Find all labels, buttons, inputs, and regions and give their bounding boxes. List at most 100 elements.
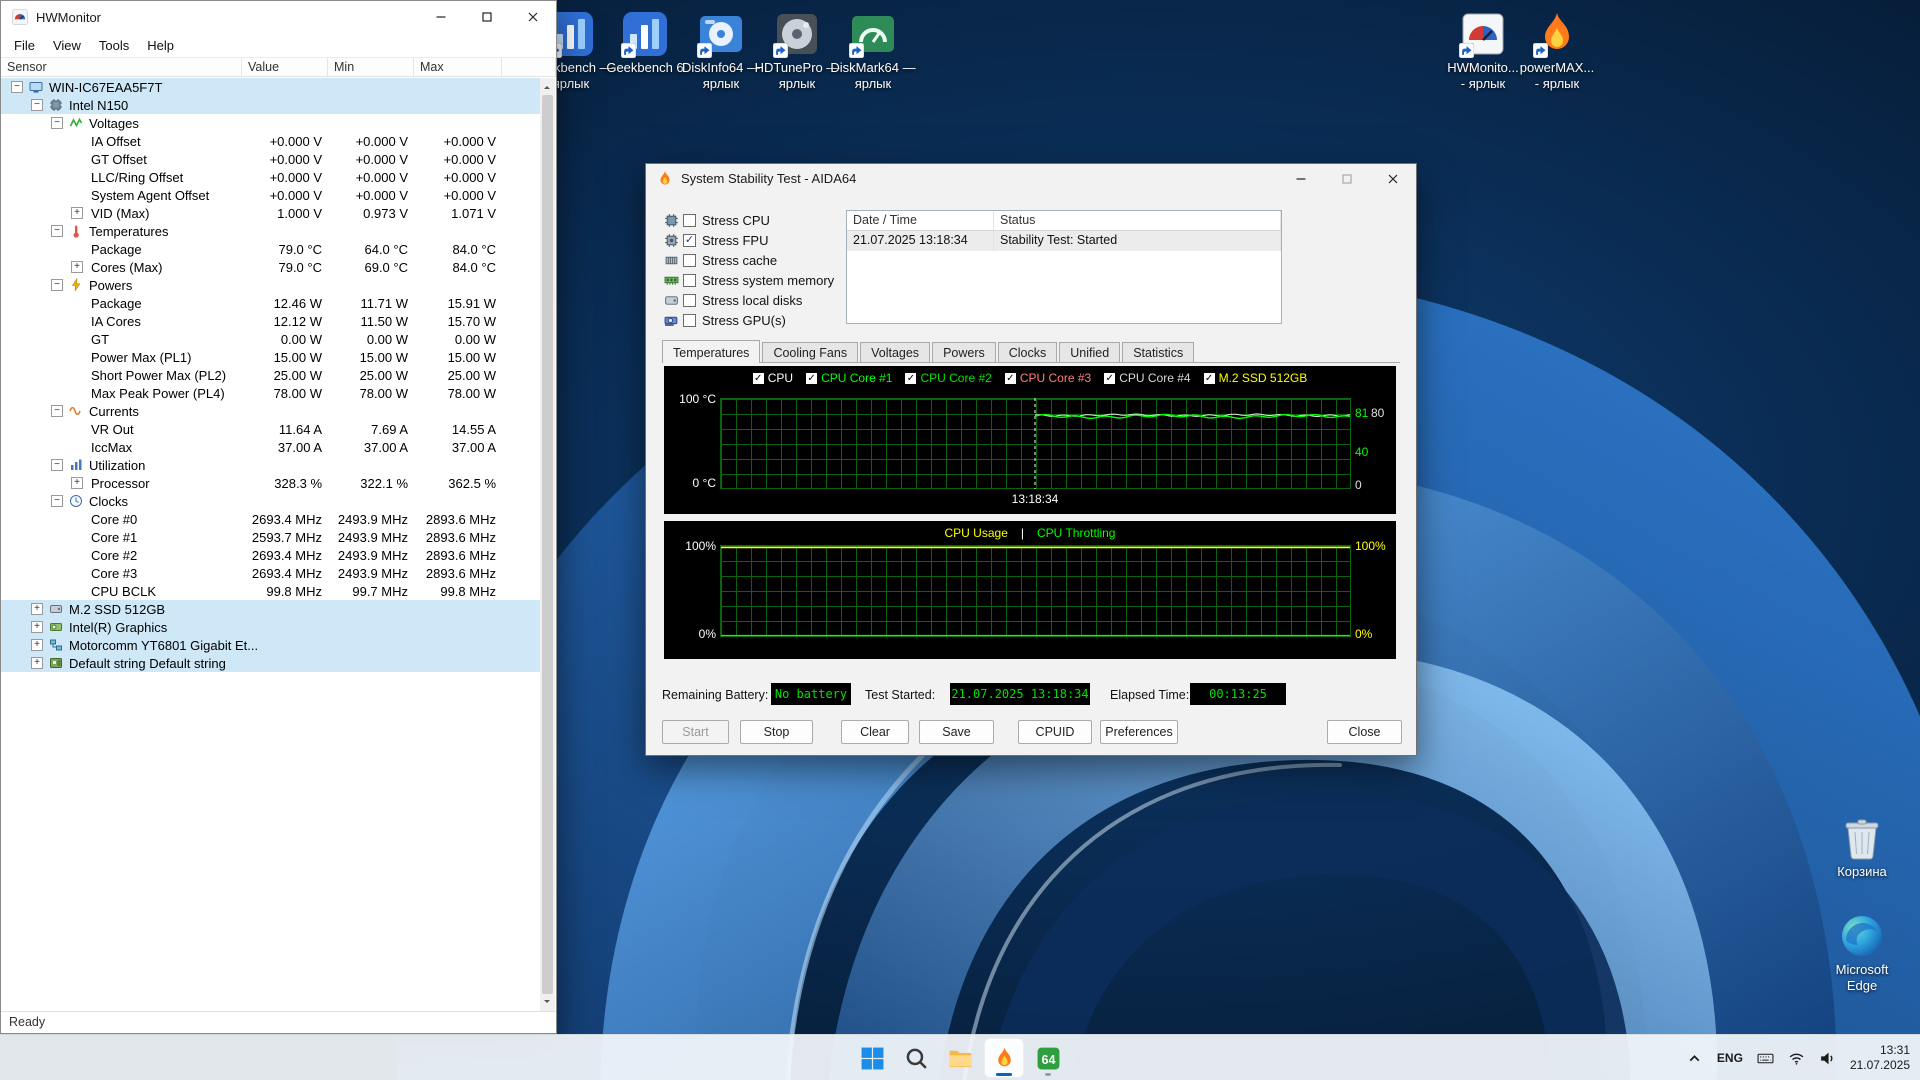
sensor-row[interactable]: +Processor328.3 %322.1 %362.5 % [1, 474, 540, 492]
sensor-row[interactable]: Max Peak Power (PL4)78.00 W78.00 W78.00 … [1, 384, 540, 402]
column-header-max[interactable]: Max [414, 58, 502, 76]
tab-unified[interactable]: Unified [1059, 342, 1120, 362]
tree-expander-plus-icon[interactable]: + [71, 261, 83, 273]
sensor-row[interactable]: +Cores (Max)79.0 °C69.0 °C84.0 °C [1, 258, 540, 276]
desktop-icon-recycle-bin[interactable]: Корзина [1816, 814, 1908, 880]
sensor-row[interactable]: −Clocks [1, 492, 540, 510]
tree-expander-minus-icon[interactable]: − [51, 495, 63, 507]
vertical-scrollbar[interactable] [540, 78, 555, 1011]
tree-expander-minus-icon[interactable]: − [11, 81, 23, 93]
tree-expander-plus-icon[interactable]: + [71, 477, 83, 489]
stress-option[interactable]: Stress system memory [664, 270, 839, 290]
close-button[interactable]: Close [1327, 720, 1402, 744]
desktop-icon-diskmark64-shortcut[interactable]: DiskMark64 —ярлык [827, 10, 919, 92]
sensor-row[interactable]: −Intel N150 [1, 96, 540, 114]
checkbox-checked[interactable]: ✓ [683, 234, 696, 247]
scroll-up-arrow-icon[interactable] [540, 78, 555, 94]
file-explorer-button[interactable] [940, 1038, 980, 1078]
sensor-row[interactable]: Short Power Max (PL2)25.00 W25.00 W25.00… [1, 366, 540, 384]
search-button[interactable] [896, 1038, 936, 1078]
checkbox[interactable] [683, 314, 696, 327]
cpuid-button[interactable]: CPUID [1018, 720, 1092, 744]
column-header-min[interactable]: Min [328, 58, 414, 76]
sensor-row[interactable]: −Currents [1, 402, 540, 420]
desktop-icon-powermax-shortcut[interactable]: powerMAX...- ярлык [1511, 10, 1603, 92]
touch-keyboard-icon[interactable] [1757, 1050, 1774, 1067]
close-button[interactable] [510, 1, 556, 33]
menu-item-tools[interactable]: Tools [90, 38, 138, 53]
column-header-value[interactable]: Value [242, 58, 328, 76]
volume-icon[interactable] [1819, 1050, 1836, 1067]
sensor-row[interactable]: LLC/Ring Offset+0.000 V+0.000 V+0.000 V [1, 168, 540, 186]
preferences-button[interactable]: Preferences [1100, 720, 1178, 744]
tree-expander-plus-icon[interactable]: + [31, 639, 43, 651]
checkbox[interactable] [683, 294, 696, 307]
desktop-icon-microsoft-edge[interactable]: MicrosoftEdge [1816, 912, 1908, 994]
column-header-sensor[interactable]: Sensor [1, 58, 242, 76]
sensor-row[interactable]: Core #22693.4 MHz2493.9 MHz2893.6 MHz [1, 546, 540, 564]
sensor-row[interactable]: VR Out11.64 A7.69 A14.55 A [1, 420, 540, 438]
checkbox[interactable] [683, 274, 696, 287]
sensor-row[interactable]: Package79.0 °C64.0 °C84.0 °C [1, 240, 540, 258]
maximize-button[interactable] [464, 1, 510, 33]
tab-voltages[interactable]: Voltages [860, 342, 930, 362]
hwmonitor-titlebar[interactable]: HWMonitor [1, 1, 556, 33]
sensor-row[interactable]: −Utilization [1, 456, 540, 474]
tab-temperatures[interactable]: Temperatures [662, 340, 760, 363]
language-indicator[interactable]: ENG [1717, 1051, 1743, 1065]
tree-expander-minus-icon[interactable]: − [51, 405, 63, 417]
sensor-row[interactable]: −Voltages [1, 114, 540, 132]
close-button[interactable] [1370, 164, 1416, 193]
tree-expander-minus-icon[interactable]: − [31, 99, 43, 111]
sensor-row[interactable]: IccMax37.00 A37.00 A37.00 A [1, 438, 540, 456]
stress-option[interactable]: Stress GPU(s) [664, 310, 839, 330]
sensor-row[interactable]: System Agent Offset+0.000 V+0.000 V+0.00… [1, 186, 540, 204]
log-row[interactable]: 21.07.2025 13:18:34Stability Test: Start… [847, 231, 1281, 251]
sensor-row[interactable]: IA Cores12.12 W11.50 W15.70 W [1, 312, 540, 330]
sensor-row[interactable]: −WIN-IC67EAA5F7T [1, 78, 540, 96]
stop-button[interactable]: Stop [740, 720, 813, 744]
checkbox[interactable] [683, 254, 696, 267]
clear-button[interactable]: Clear [841, 720, 909, 744]
tab-clocks[interactable]: Clocks [998, 342, 1058, 362]
aida64-window-taskbar-button[interactable]: 64 [1028, 1038, 1068, 1078]
sensor-row[interactable]: GT Offset+0.000 V+0.000 V+0.000 V [1, 150, 540, 168]
tray-chevron-up-icon[interactable] [1686, 1050, 1703, 1067]
sensor-row[interactable]: +Intel(R) Graphics [1, 618, 540, 636]
sensor-row[interactable]: −Powers [1, 276, 540, 294]
stress-option[interactable]: ✓Stress FPU [664, 230, 839, 250]
sensor-row[interactable]: IA Offset+0.000 V+0.000 V+0.000 V [1, 132, 540, 150]
tree-expander-minus-icon[interactable]: − [51, 279, 63, 291]
sensor-row[interactable]: Core #02693.4 MHz2493.9 MHz2893.6 MHz [1, 510, 540, 528]
tree-expander-plus-icon[interactable]: + [31, 603, 43, 615]
tree-expander-plus-icon[interactable]: + [31, 657, 43, 669]
tree-expander-minus-icon[interactable]: − [51, 225, 63, 237]
start-button[interactable] [852, 1038, 892, 1078]
stress-option[interactable]: Stress local disks [664, 290, 839, 310]
sensor-row[interactable]: Power Max (PL1)15.00 W15.00 W15.00 W [1, 348, 540, 366]
menu-item-view[interactable]: View [44, 38, 90, 53]
sensor-row[interactable]: −Temperatures [1, 222, 540, 240]
tree-expander-plus-icon[interactable]: + [71, 207, 83, 219]
checkbox[interactable] [683, 214, 696, 227]
tab-powers[interactable]: Powers [932, 342, 996, 362]
sensor-row[interactable]: Core #12593.7 MHz2493.9 MHz2893.6 MHz [1, 528, 540, 546]
sensor-row[interactable]: +VID (Max)1.000 V0.973 V1.071 V [1, 204, 540, 222]
save-button[interactable]: Save [919, 720, 994, 744]
minimize-button[interactable] [418, 1, 464, 33]
tree-expander-plus-icon[interactable]: + [31, 621, 43, 633]
tab-cooling-fans[interactable]: Cooling Fans [762, 342, 858, 362]
tree-expander-minus-icon[interactable]: − [51, 459, 63, 471]
aida64-titlebar[interactable]: System Stability Test - AIDA64 [646, 164, 1416, 193]
sensor-row[interactable]: +Default string Default string [1, 654, 540, 672]
stress-option[interactable]: Stress CPU [664, 210, 839, 230]
sensor-row[interactable]: Package12.46 W11.71 W15.91 W [1, 294, 540, 312]
sensor-row[interactable]: GT0.00 W0.00 W0.00 W [1, 330, 540, 348]
aida64-taskbar-button[interactable] [984, 1038, 1024, 1078]
network-icon[interactable] [1788, 1050, 1805, 1067]
scroll-down-arrow-icon[interactable] [540, 995, 555, 1011]
menu-item-help[interactable]: Help [138, 38, 183, 53]
scrollbar-thumb[interactable] [542, 95, 553, 994]
sensor-row[interactable]: +M.2 SSD 512GB [1, 600, 540, 618]
tree-expander-minus-icon[interactable]: − [51, 117, 63, 129]
